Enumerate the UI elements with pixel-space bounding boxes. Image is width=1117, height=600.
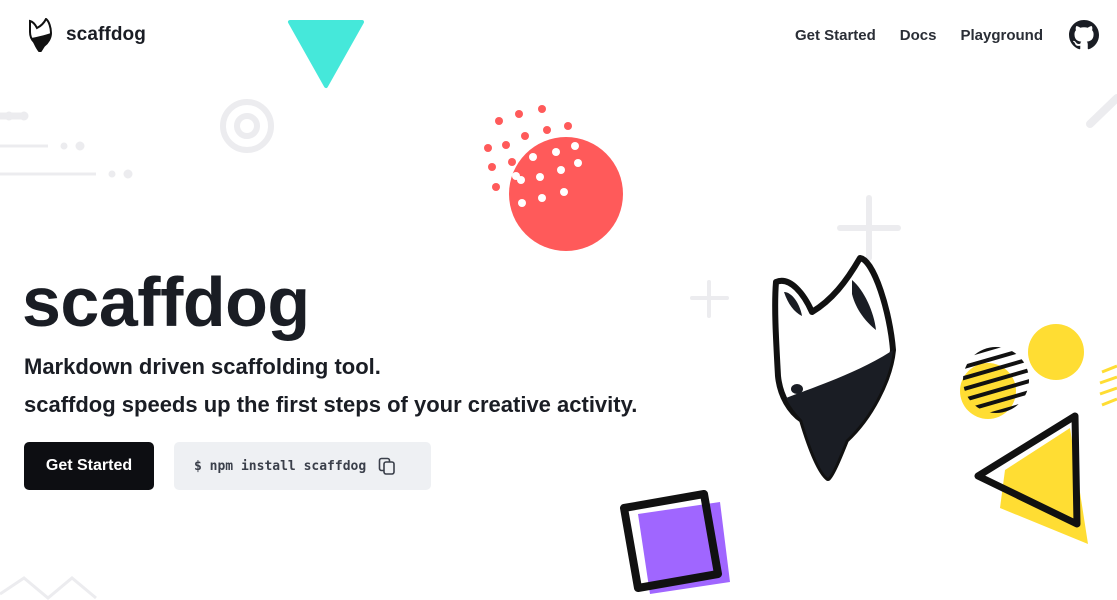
brand-name: scaffdog xyxy=(66,24,146,45)
diagonal-line-decoration xyxy=(1086,94,1117,128)
hero-title: scaffdog xyxy=(22,263,310,341)
get-started-button[interactable]: Get Started xyxy=(24,442,154,490)
hero-tagline-primary: Markdown driven scaffolding tool. xyxy=(24,354,381,379)
left-dash-lines-decoration xyxy=(0,111,133,179)
nav-get-started-link[interactable]: Get Started xyxy=(795,27,876,44)
concentric-circles-decoration xyxy=(220,99,274,153)
scaffdog-logo-icon xyxy=(29,18,52,52)
plus-decoration-large xyxy=(837,195,901,261)
nav-docs-link[interactable]: Docs xyxy=(900,27,937,44)
purple-square-decoration xyxy=(620,490,730,594)
coral-dotted-circle-decoration xyxy=(484,105,623,251)
install-command-text: $ npm install scaffdog xyxy=(194,458,367,474)
copy-icon[interactable] xyxy=(378,457,396,475)
right-edge-stripes-decoration xyxy=(1099,364,1117,407)
site-header: scaffdog Get Started Docs Playground xyxy=(0,0,1117,74)
dog-mascot-illustration xyxy=(772,255,896,481)
top-nav: Get Started Docs Playground xyxy=(771,20,1099,50)
brand-home-link[interactable]: scaffdog xyxy=(28,18,146,52)
hero-tagline-secondary: scaffdog speeds up the first steps of yo… xyxy=(24,392,638,417)
install-command-box: $ npm install scaffdog xyxy=(174,442,431,490)
github-icon[interactable] xyxy=(1069,20,1099,50)
zigzag-decoration xyxy=(0,576,97,600)
nav-playground-link[interactable]: Playground xyxy=(960,27,1043,44)
yellow-circle-decoration xyxy=(1028,324,1084,380)
plus-decoration-small xyxy=(690,280,729,318)
